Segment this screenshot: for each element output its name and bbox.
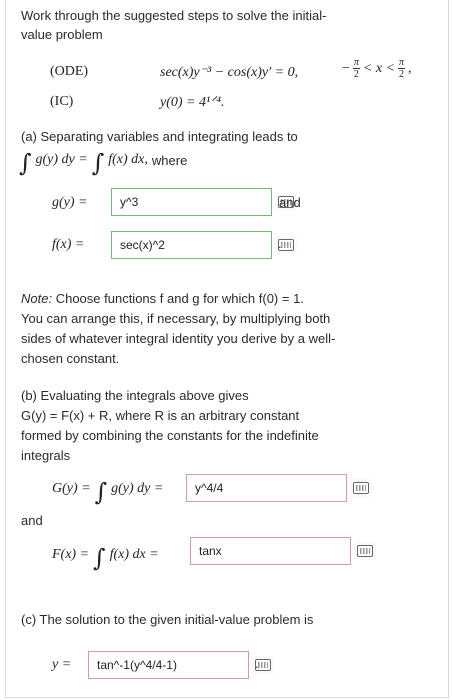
integral-sign-G: ∫: [94, 478, 108, 506]
F-equation: F(x) = ∫ f(x) dx =: [52, 541, 159, 572]
G-keyboard-button[interactable]: [350, 479, 372, 497]
pi-over-2: π2: [398, 57, 406, 80]
part-b-line-2: G(y) = F(x) + R, where R is an arbitrary…: [21, 408, 300, 423]
ode-domain: − π2 < x < π2 ,: [342, 57, 412, 80]
y-input[interactable]: [89, 652, 252, 678]
integral-sign-g: ∫: [19, 149, 32, 177]
F-label: F(x) =: [52, 547, 90, 562]
period-a: .: [278, 236, 282, 251]
F-keyboard-button[interactable]: [354, 542, 376, 560]
note-line-4: chosen constant.: [21, 351, 120, 366]
note-text-1: Choose functions f and g for which f(0) …: [55, 291, 304, 306]
part-c-line-1: (c) The solution to the given initial-va…: [21, 612, 314, 627]
integral-g-expression: g(y) dy =: [35, 152, 88, 167]
intro-line-1: Work through the suggested steps to solv…: [21, 8, 327, 23]
and-text-b: and: [21, 513, 43, 528]
part-b-line-4: integrals: [21, 448, 71, 463]
separated-integral-equation: ∫ g(y) dy = ∫ f(x) dx, where: [19, 146, 188, 177]
ode-comma: ,: [408, 60, 412, 76]
part-a-intro: (a) Separating variables and integrating…: [21, 129, 298, 144]
keyboard-icon: [357, 545, 373, 557]
G-input[interactable]: [187, 475, 350, 501]
pi-numerator-2: π: [398, 57, 406, 69]
f-input-field: [111, 231, 297, 259]
ic-equation: y(0) = 4¹ᐟ⁴.: [160, 95, 225, 110]
note-line-1: Note: Choose functions f and g for which…: [21, 289, 304, 308]
two-denominator-2: 2: [399, 69, 405, 80]
g-label: g(y) =: [52, 195, 88, 210]
ic-tag: (IC): [50, 94, 74, 109]
where-text: where: [151, 152, 188, 168]
note-label: Note:: [21, 291, 53, 306]
g-input[interactable]: [112, 189, 275, 215]
note-line-2: You can arrange this, if necessary, by m…: [21, 311, 331, 326]
G-label: G(y) =: [52, 481, 91, 496]
y-input-field: [88, 651, 274, 679]
part-b-line-1: (b) Evaluating the integrals above gives: [21, 388, 249, 403]
ode-domain-minus: −: [342, 60, 350, 76]
integral-sign-F: ∫: [93, 544, 106, 572]
G-integrand: g(y) dy =: [111, 481, 164, 496]
f-label: f(x) =: [52, 237, 85, 252]
F-input-field: [190, 537, 376, 565]
neg-pi-over-2: π2: [352, 57, 360, 80]
f-input[interactable]: [112, 232, 275, 258]
and-text-a: and: [279, 195, 301, 210]
two-denominator: 2: [353, 69, 359, 80]
integral-f-expression: f(x) dx,: [108, 152, 148, 167]
ode-domain-mid: < x <: [362, 60, 396, 76]
G-input-field: [186, 474, 372, 502]
ode-tag: (ODE): [50, 64, 89, 79]
period-c: .: [255, 656, 259, 671]
keyboard-icon: [353, 482, 369, 494]
G-equation: G(y) = ∫ g(y) dy =: [52, 475, 164, 506]
F-input[interactable]: [191, 538, 354, 564]
pi-numerator: π: [352, 57, 360, 69]
part-b-line-3: formed by combining the constants for th…: [21, 428, 319, 443]
g-input-field: [111, 188, 297, 216]
F-integrand: f(x) dx =: [109, 547, 159, 562]
note-line-3: sides of whatever integral identity you …: [21, 331, 336, 346]
integral-sign-f: ∫: [91, 149, 105, 177]
y-label: y =: [52, 657, 72, 672]
intro-line-2: value problem: [21, 27, 103, 42]
ode-equation: sec(x)y⁻³ − cos(x)y′ = 0,: [160, 65, 299, 80]
